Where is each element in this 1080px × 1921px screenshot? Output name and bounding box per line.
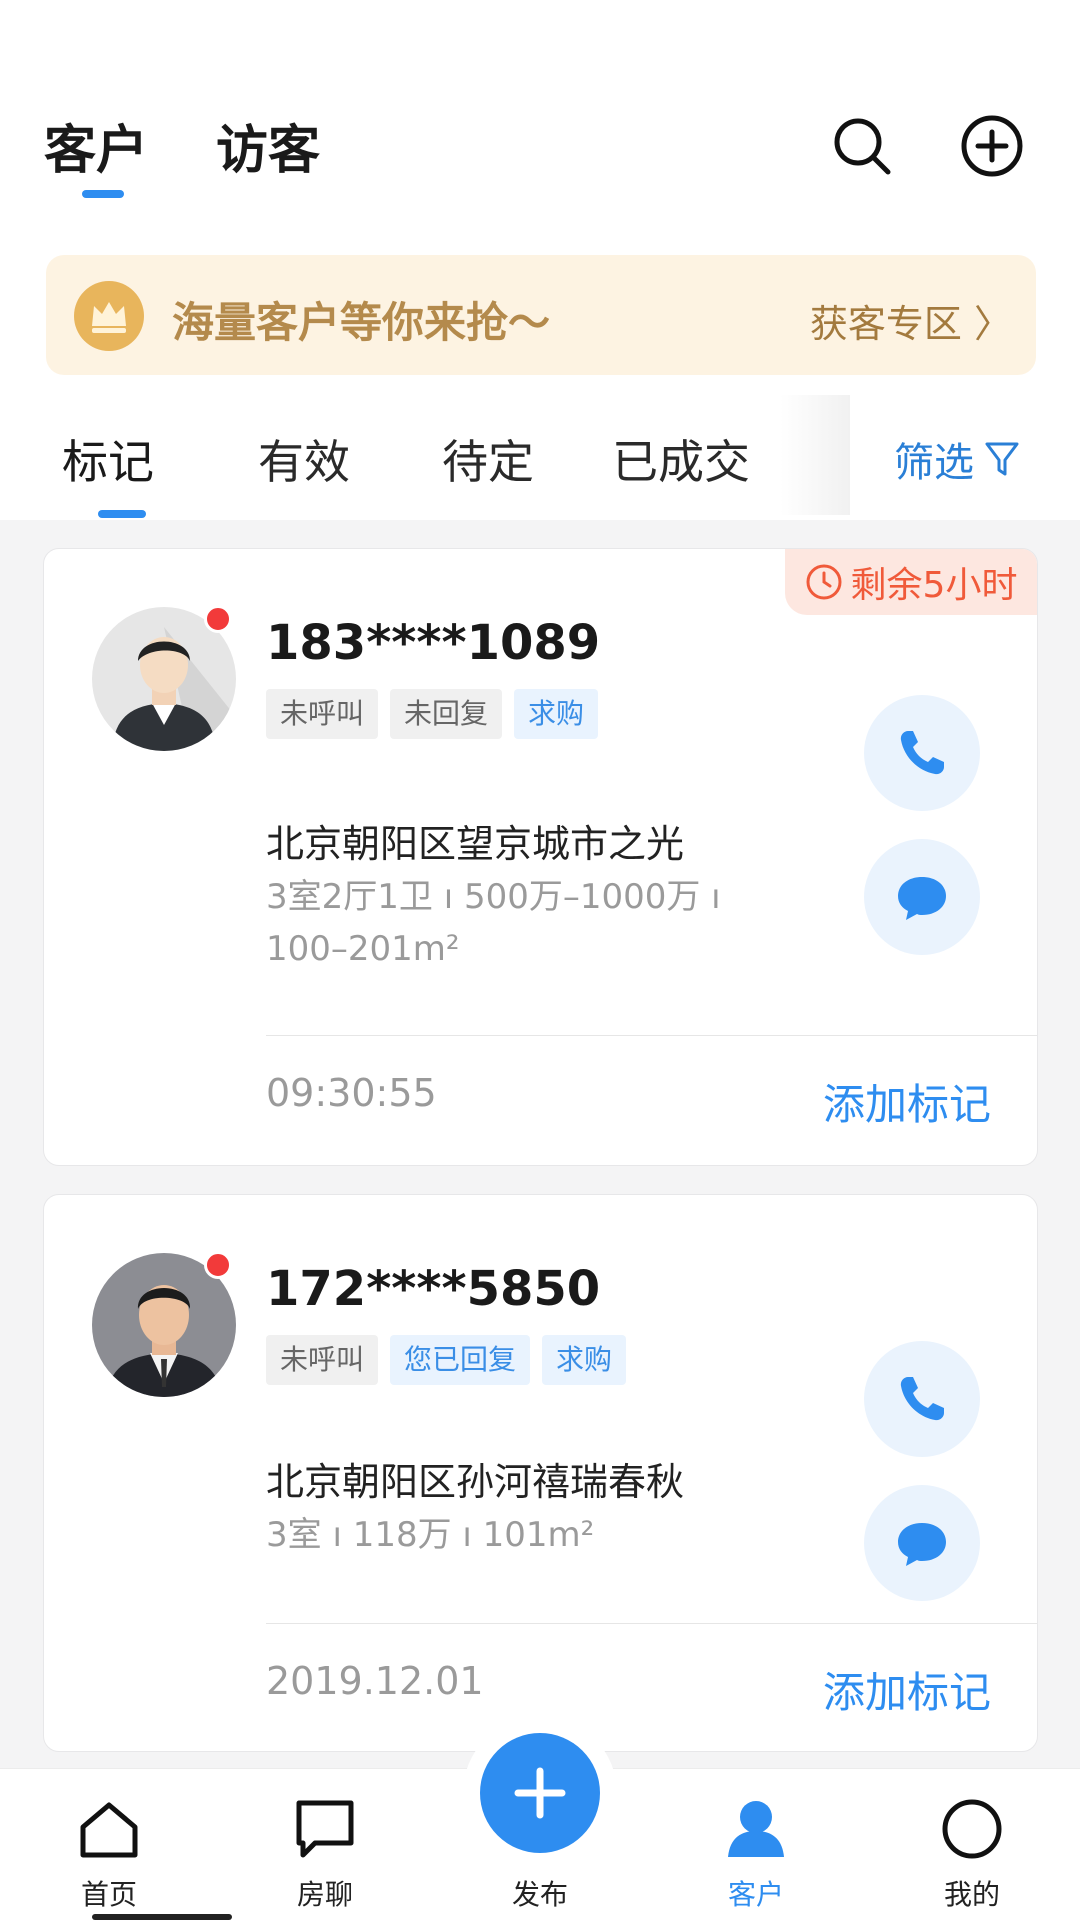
divider (266, 1623, 1037, 1624)
remaining-time-badge: 剩余5小时 (785, 549, 1037, 615)
tag: 求购 (542, 1335, 627, 1385)
phone-icon (900, 1377, 944, 1421)
add-mark-button[interactable]: 添加标记 (823, 1071, 991, 1132)
nav-label: 发布 (511, 1878, 568, 1911)
message-icon (898, 1523, 946, 1566)
customer-card[interactable]: 172****5850 未呼叫 您已回复 求购 北京朝阳区孙河禧瑞春秋 3室 ı… (43, 1194, 1038, 1752)
filter-tab-pending[interactable]: 待定 (442, 426, 534, 492)
profile-icon (942, 1799, 1002, 1859)
divider (266, 1035, 1037, 1036)
filter-tab-closed[interactable]: 已成交 (612, 426, 750, 492)
funnel-icon (985, 442, 1019, 476)
filter-label: 筛选 (894, 440, 974, 486)
message-button[interactable] (864, 1485, 980, 1601)
nav-label: 客户 (727, 1878, 784, 1911)
tag: 未回复 (390, 689, 503, 739)
tag: 未呼叫 (266, 689, 379, 739)
unread-dot (204, 605, 232, 633)
crown-icon (74, 281, 144, 351)
message-button[interactable] (864, 839, 980, 955)
phone-icon (900, 731, 944, 775)
home-indicator (92, 1914, 232, 1920)
plus-circle-icon[interactable] (960, 114, 1024, 178)
customer-card[interactable]: 剩余5小时 183****1089 未呼叫 未回复 求购 北京朝阳区望京城市之光… (43, 548, 1038, 1166)
last-contact-time: 09:30:55 (266, 1071, 437, 1115)
nav-label: 首页 (80, 1878, 137, 1911)
filter-tab-underline (98, 510, 146, 518)
tab-customers[interactable]: 客户 (44, 108, 148, 183)
tag-list: 未呼叫 您已回复 求购 (266, 1335, 627, 1385)
nav-chat[interactable]: 房聊 (250, 1769, 400, 1921)
nav-home[interactable]: 首页 (34, 1769, 184, 1921)
tag: 未呼叫 (266, 1335, 379, 1385)
customer-phone: 172****5850 (266, 1261, 601, 1317)
property-address: 北京朝阳区望京城市之光 (266, 822, 685, 866)
last-contact-time: 2019.12.01 (266, 1659, 484, 1703)
customer-phone: 183****1089 (266, 615, 601, 671)
banner-text: 海量客户等你来抢～ (172, 298, 551, 347)
search-icon[interactable] (830, 114, 894, 178)
tag: 求购 (514, 689, 599, 739)
unread-dot (204, 1251, 232, 1279)
nav-label: 房聊 (296, 1878, 353, 1911)
tab-visitors[interactable]: 访客 (216, 108, 320, 183)
clock-icon (806, 564, 842, 600)
plus-icon (514, 1767, 566, 1819)
banner-link[interactable]: 获客专区 〉 (810, 293, 1012, 348)
tabs-fade (780, 395, 850, 515)
chat-icon (296, 1800, 354, 1858)
nav-customers[interactable]: 客户 (681, 1769, 831, 1921)
filter-tab-valid[interactable]: 有效 (258, 426, 350, 492)
property-address: 北京朝阳区孙河禧瑞春秋 (266, 1460, 685, 1504)
tag: 您已回复 (390, 1335, 531, 1385)
property-spec: 3室 ı 118万 ı 101m² (266, 1515, 595, 1555)
nav-me[interactable]: 我的 (897, 1769, 1047, 1921)
message-icon (898, 877, 946, 920)
call-button[interactable] (864, 1341, 980, 1457)
remaining-time-text: 剩余5小时 (850, 565, 1018, 606)
property-spec: 3室2厅1卫 ı 500万–1000万 ı 100–201m² (266, 877, 721, 969)
promo-banner[interactable]: 海量客户等你来抢～ 获客专区 〉 (46, 255, 1036, 375)
publish-fab[interactable] (480, 1733, 600, 1853)
call-button[interactable] (864, 695, 980, 811)
filter-tab-marked[interactable]: 标记 (62, 426, 154, 492)
home-icon (80, 1802, 138, 1858)
tab-underline (82, 190, 124, 198)
tag-list: 未呼叫 未回复 求购 (266, 689, 599, 739)
filter-button[interactable]: 筛选 (894, 430, 1020, 488)
nav-label: 我的 (943, 1878, 1000, 1911)
person-icon (728, 1801, 784, 1857)
add-mark-button[interactable]: 添加标记 (823, 1659, 991, 1720)
